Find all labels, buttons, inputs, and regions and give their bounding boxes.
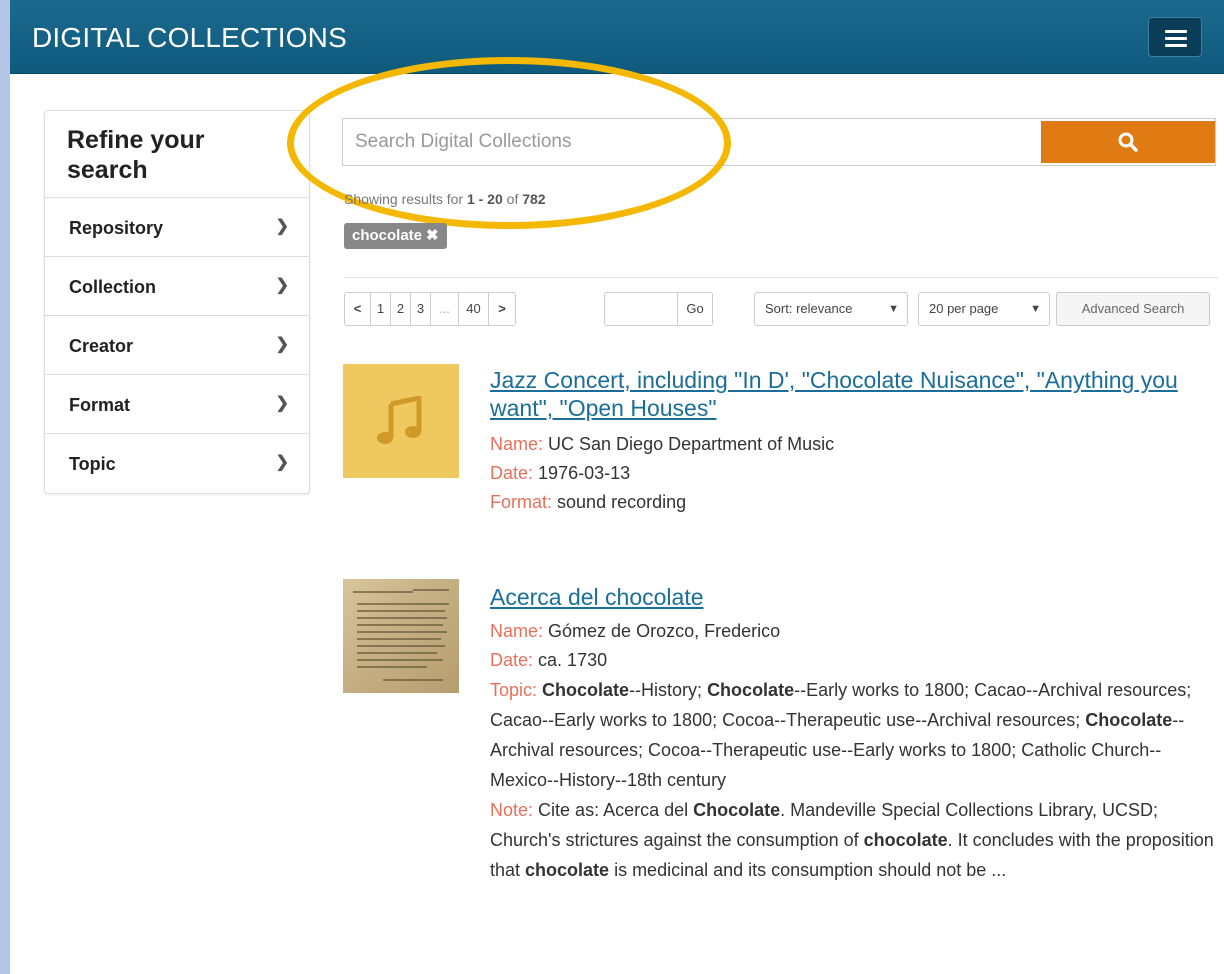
facet-label: Creator (69, 336, 134, 356)
page-3-link[interactable]: 3 (411, 293, 431, 325)
facet-label: Collection (69, 277, 157, 297)
filter-label: chocolate (352, 227, 423, 244)
facet-label: Topic (69, 454, 116, 474)
page-1-link[interactable]: 1 (371, 293, 391, 325)
page-number-input[interactable] (604, 292, 678, 326)
search-bar (342, 118, 1216, 166)
go-button[interactable]: Go (677, 292, 713, 326)
active-filter-chip: chocolate ✖ (344, 223, 447, 249)
sidebar-title: Refine your search (45, 111, 309, 198)
search-input[interactable] (343, 119, 1039, 165)
results-count: Showing results for 1 - 20 of 782 (344, 191, 546, 207)
music-note-icon (377, 396, 422, 444)
page-last-link[interactable]: 40 (459, 293, 489, 325)
sort-label: Sort: relevance (765, 301, 853, 316)
caret-down-icon: ▼ (1030, 303, 1041, 315)
result-item: Jazz Concert, including "In D', "Chocola… (490, 366, 1190, 517)
chevron-right-icon: ❯ (275, 218, 289, 235)
result-title-link[interactable]: Jazz Concert, including "In D', "Chocola… (490, 366, 1190, 422)
chevron-right-icon: ❯ (275, 277, 289, 294)
facet-label: Format (69, 395, 131, 415)
refine-sidebar: Refine your search Repository ❯ Collecti… (44, 110, 310, 494)
facet-collection[interactable]: Collection ❯ (45, 257, 309, 316)
facet-creator[interactable]: Creator ❯ (45, 316, 309, 375)
caret-down-icon: ▼ (888, 303, 899, 315)
result-field-note: Note: Cite as: Acerca del Chocolate. Man… (490, 800, 1214, 880)
search-icon (1118, 132, 1138, 152)
per-page-dropdown[interactable]: 20 per page ▼ (918, 292, 1050, 326)
remove-filter-icon[interactable]: ✖ (426, 227, 439, 244)
result-field-topic: Topic: Chocolate--History; Chocolate--Ea… (490, 680, 1192, 790)
site-title[interactable]: DIGITAL COLLECTIONS (32, 22, 347, 54)
hamburger-menu-button[interactable] (1148, 17, 1202, 57)
sort-dropdown[interactable]: Sort: relevance ▼ (754, 292, 908, 326)
prev-page-button[interactable]: < (345, 293, 371, 325)
result-field-date: Date: 1976-03-13 (490, 463, 631, 483)
next-page-button[interactable]: > (489, 293, 515, 325)
page: DIGITAL COLLECTIONS Refine your search R… (10, 0, 1224, 974)
result-field-date: Date: ca. 1730 (490, 650, 608, 670)
search-button[interactable] (1041, 121, 1215, 163)
chevron-right-icon: ❯ (275, 454, 289, 471)
result-title-link[interactable]: Acerca del chocolate (490, 583, 1216, 611)
pagination-ellipsis: ... (431, 293, 459, 325)
result-item: Acerca del chocolate Name: Gómez de Oroz… (490, 583, 1216, 885)
manuscript-thumbnail[interactable] (343, 579, 459, 693)
chevron-right-icon: ❯ (275, 395, 289, 412)
facet-topic[interactable]: Topic ❯ (45, 434, 309, 493)
results-total: 782 (522, 191, 546, 207)
top-navbar: DIGITAL COLLECTIONS (10, 0, 1224, 74)
facet-repository[interactable]: Repository ❯ (45, 198, 309, 257)
results-range: 1 - 20 (466, 191, 503, 207)
result-field-name: Name: Gómez de Orozco, Frederico (490, 621, 781, 641)
audio-thumbnail[interactable] (343, 364, 459, 478)
chevron-right-icon: ❯ (275, 336, 289, 353)
result-field-name: Name: UC San Diego Department of Music (490, 434, 835, 454)
advanced-search-button[interactable]: Advanced Search (1056, 292, 1210, 326)
per-page-label: 20 per page (929, 301, 999, 316)
page-2-link[interactable]: 2 (391, 293, 411, 325)
divider (344, 277, 1218, 278)
result-field-format: Format: sound recording (490, 492, 687, 512)
pagination: < 1 2 3 ... 40 > (344, 292, 516, 326)
facet-label: Repository (69, 218, 164, 238)
facet-format[interactable]: Format ❯ (45, 375, 309, 434)
